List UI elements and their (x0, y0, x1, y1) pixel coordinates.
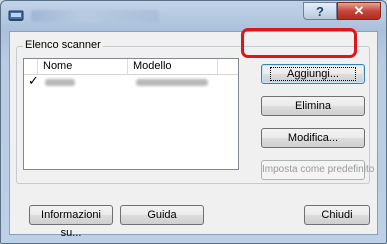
window-title (31, 10, 159, 22)
scanner-list-group: Elenco scanner Nome Modello ✓ Aggiungi..… (16, 39, 374, 184)
close-button[interactable]: Chiudi (304, 205, 370, 225)
column-header-model[interactable]: Modello (128, 59, 218, 74)
scanner-model-redacted (136, 79, 208, 86)
title-bar[interactable]: ? ✕ (1, 1, 386, 31)
column-header-name[interactable]: Nome (38, 59, 128, 74)
guide-button[interactable]: Guida (120, 205, 204, 225)
help-button[interactable]: ? (303, 2, 337, 20)
list-header: Nome Modello (24, 59, 238, 75)
set-default-button[interactable]: Imposta come predefinito (261, 160, 374, 180)
about-button[interactable]: Informazioni su... (29, 205, 113, 239)
group-label: Elenco scanner (23, 39, 103, 51)
close-window-button[interactable]: ✕ (337, 2, 381, 20)
highlight-callout (241, 28, 357, 58)
scanner-app-icon (8, 10, 24, 21)
list-item[interactable]: ✓ (24, 73, 238, 90)
modify-button[interactable]: Modifica... (261, 128, 365, 148)
delete-button[interactable]: Elimina (261, 96, 365, 116)
scanner-name-redacted (45, 79, 75, 86)
column-header-check[interactable] (24, 59, 38, 74)
scanner-list[interactable]: Nome Modello ✓ (23, 58, 239, 170)
dialog-client-area: Elenco scanner Nome Modello ✓ Aggiungi..… (9, 31, 378, 239)
checkmark-icon: ✓ (28, 73, 39, 88)
add-button[interactable]: Aggiungi... (261, 64, 365, 84)
